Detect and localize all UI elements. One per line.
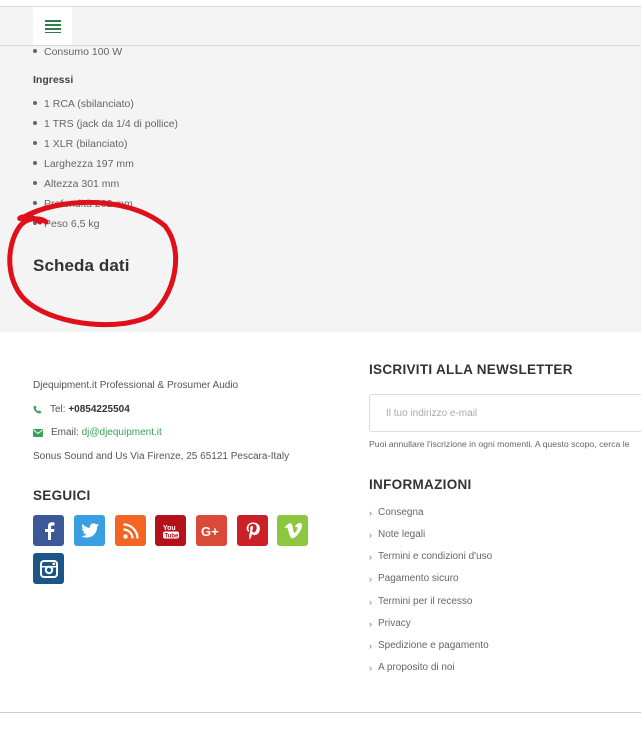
spec-item: 1 RCA (sbilanciato) [33, 98, 134, 110]
newsletter-note: Puoi annullare l'iscrizione in ogni mome… [369, 439, 630, 449]
info-link-label: Spedizione e pagamento [378, 640, 489, 651]
bullet [33, 221, 37, 226]
bullet [33, 181, 37, 186]
svg-text:G+: G+ [201, 524, 219, 538]
info-heading: INFORMAZIONI [369, 477, 472, 492]
newsletter-email-input[interactable] [369, 394, 641, 432]
spec-item: Altezza 301 mm [33, 178, 119, 190]
info-link-pagamento-sicuro[interactable]: › Pagamento sicuro [369, 573, 459, 584]
info-link-label: Termini per il recesso [378, 596, 473, 607]
menu-button[interactable] [33, 7, 72, 45]
spec-text: 1 TRS (jack da 1/4 di pollice) [44, 118, 179, 130]
chevron-right-icon: › [369, 618, 372, 629]
bullet [33, 49, 37, 54]
spec-text: Larghezza 197 mm [44, 158, 134, 170]
info-link-label: Consegna [378, 507, 424, 518]
instagram-icon [39, 559, 58, 578]
chevron-right-icon: › [369, 640, 372, 651]
spec-text: Profondità 262 mm [44, 198, 133, 210]
vimeo-icon [284, 522, 302, 538]
email-link[interactable]: dj@djequipment.it [82, 427, 162, 438]
phone-icon [33, 405, 42, 414]
phone-label: Tel: [50, 404, 66, 415]
spec-text: Altezza 301 mm [44, 178, 120, 190]
header-bar [0, 7, 641, 46]
info-link-privacy[interactable]: › Privacy [369, 618, 411, 629]
chevron-right-icon: › [369, 529, 372, 540]
phone-line: Tel: +0854225504 [33, 404, 130, 415]
info-link-label: Pagamento sicuro [378, 573, 459, 584]
svg-text:Tube: Tube [164, 533, 179, 539]
info-link-spedizione[interactable]: › Spedizione e pagamento [369, 640, 489, 651]
spec-item: Larghezza 197 mm [33, 158, 134, 170]
spec-text: 1 RCA (sbilanciato) [44, 98, 134, 110]
bullet [33, 141, 37, 146]
pinterest-icon [246, 522, 260, 540]
google-plus-icon: G+ [201, 524, 219, 538]
youtube-link[interactable]: You Tube [155, 515, 186, 546]
chevron-right-icon: › [369, 573, 372, 584]
product-specs-section: Consumo 100 W Ingressi 1 RCA (sbilanciat… [0, 46, 641, 332]
address: Sonus Sound and Us Via Firenze, 25 65121… [33, 451, 290, 462]
pinterest-link[interactable] [237, 515, 268, 546]
footer-divider [0, 712, 641, 713]
spec-item: Profondità 262 mm [33, 198, 133, 210]
bullet [33, 101, 37, 106]
top-border [0, 0, 641, 7]
twitter-link[interactable] [74, 515, 105, 546]
info-link-label: Termini e condizioni d'uso [378, 551, 493, 562]
twitter-icon [80, 523, 99, 538]
info-link-label: Note legali [378, 529, 426, 540]
datasheet-title: Scheda dati [33, 256, 130, 275]
newsletter-heading: ISCRIVITI ALLA NEWSLETTER [369, 362, 573, 377]
email-label: Email: [51, 427, 79, 438]
spec-item: Peso 6,5 kg [33, 218, 99, 230]
info-link-chi-siamo[interactable]: › A proposito di noi [369, 662, 455, 673]
chevron-right-icon: › [369, 596, 372, 607]
email-line: Email: dj@djequipment.it [33, 427, 162, 438]
instagram-link[interactable] [33, 553, 64, 584]
youtube-icon: YouTube [162, 525, 179, 539]
google-plus-link[interactable]: G+ [196, 515, 227, 546]
follow-heading: SEGUICI [33, 488, 91, 503]
bullet [33, 121, 37, 126]
red-annotation-circle [7, 199, 179, 328]
spec-text: Peso 6,5 kg [44, 218, 100, 230]
rss-link[interactable] [115, 515, 146, 546]
phone-number[interactable]: +0854225504 [68, 404, 129, 415]
company-name: Djequipment.it Professional & Prosumer A… [33, 380, 239, 391]
info-link-label: A proposito di noi [378, 662, 455, 673]
info-link-termini-condizioni[interactable]: › Termini e condizioni d'uso [369, 551, 492, 562]
info-link-label: Privacy [378, 618, 411, 629]
info-link-recesso[interactable]: › Termini per il recesso [369, 596, 472, 607]
svg-text:You: You [163, 525, 176, 532]
facebook-icon [44, 521, 54, 540]
inputs-heading: Ingressi [33, 74, 74, 86]
site-footer: Djequipment.it Professional & Prosumer A… [0, 332, 641, 750]
chevron-right-icon: › [369, 507, 372, 518]
bullet [33, 161, 37, 166]
envelope-icon [33, 428, 43, 437]
spec-item: 1 TRS (jack da 1/4 di pollice) [33, 118, 178, 130]
chevron-right-icon: › [369, 551, 372, 562]
spec-text: 1 XLR (bilanciato) [44, 138, 128, 150]
rss-icon [122, 522, 139, 539]
spec-text: Consumo 100 W [44, 46, 123, 58]
info-link-note-legali[interactable]: › Note legali [369, 529, 425, 540]
chevron-right-icon: › [369, 662, 372, 673]
facebook-link[interactable] [33, 515, 64, 546]
spec-item: 1 XLR (bilanciato) [33, 138, 127, 150]
spec-item: Consumo 100 W [33, 46, 122, 58]
info-link-consegna[interactable]: › Consegna [369, 507, 424, 518]
vimeo-link[interactable] [277, 515, 308, 546]
bullet [33, 201, 37, 206]
hamburger-menu-icon [44, 20, 61, 33]
